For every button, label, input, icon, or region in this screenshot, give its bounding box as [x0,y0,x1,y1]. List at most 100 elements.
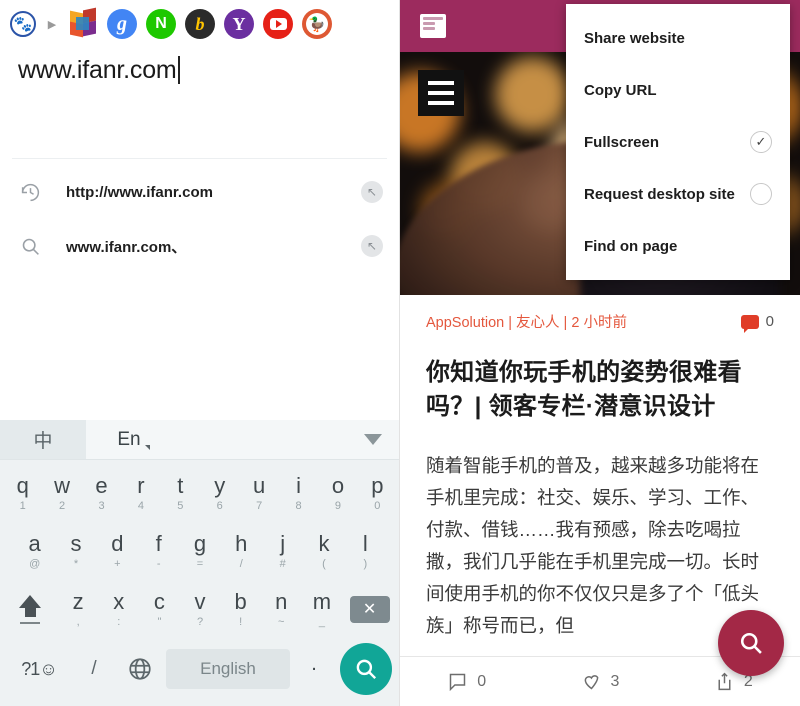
shift-icon [19,594,42,608]
key-n[interactable]: n ~ [261,583,302,635]
key-sub-label: 4 [137,499,144,512]
key-k[interactable]: k( [303,525,344,577]
like-action[interactable]: 3 [533,671,666,692]
key-v[interactable]: v? [180,583,221,635]
key-main-label: z [72,588,84,614]
keyboard-search-button[interactable] [340,643,392,695]
key-main-label: l [362,530,368,556]
comment-action-count: 0 [477,672,487,690]
youtube-icon[interactable] [263,9,293,39]
key-i[interactable]: i8 [279,467,318,519]
key-sub-label: / [239,557,243,570]
symbols-key[interactable]: ?1☺ [8,659,70,680]
article-title: 你知道你玩手机的姿势很难看吗？| 领客专栏·潜意识设计 [426,359,742,421]
key-r[interactable]: r4 [121,467,160,519]
article-meta: AppSolution | 友心人 | 2 小时前 0 [400,295,800,342]
menu-item[interactable]: Request desktop site [566,168,790,220]
backspace-key[interactable]: ✕ [342,583,397,635]
shift-key[interactable] [3,583,58,635]
yandex-icon[interactable]: Y [224,9,254,39]
key-m[interactable]: m _ [302,583,343,635]
slash-key[interactable]: / [74,658,114,680]
empty-circle-icon[interactable] [750,183,772,205]
key-h[interactable]: h / [221,525,262,577]
menu-item[interactable]: Find on page [566,220,790,272]
key-sub-label: ) [363,557,368,570]
key-g[interactable]: g = [179,525,220,577]
google-icon[interactable]: g [107,9,137,39]
key-b[interactable]: b! [220,583,261,635]
comment-action[interactable]: 0 [400,671,533,692]
chevron-right-icon[interactable]: ▶ [45,17,59,31]
key-p[interactable]: p0 [358,467,397,519]
key-sub-label: # [279,557,286,570]
suggestion-row-history[interactable]: http://www.ifanr.com ↖ [0,165,399,219]
key-l[interactable]: l) [345,525,386,577]
keyboard-toolbar: 中 En [0,420,399,460]
keyboard-rows: q1w2e3r4t5y6u7i8o9p0 a @ s * d + f - g = h / j # k(l) … [0,460,399,638]
suggestion-text: http://www.ifanr.com [66,183,213,201]
key-main-label: m [312,588,332,614]
key-o[interactable]: o9 [318,467,357,519]
key-t[interactable]: t5 [161,467,200,519]
key-a[interactable]: a @ [14,525,55,577]
key-main-label: v [194,588,206,614]
key-main-label: s [70,530,82,556]
menu-item[interactable]: Fullscreen ✓ [566,116,790,168]
key-main-label: a [28,530,41,556]
menu-item[interactable]: Share website [566,12,790,64]
key-x[interactable]: x: [98,583,139,635]
keyboard-row-2: a @ s * d + f - g = h / j # k(l) [0,522,399,580]
checkmark-icon[interactable]: ✓ [750,131,772,153]
hide-keyboard-icon[interactable] [364,434,382,445]
key-main-label: k [318,530,330,556]
duckduckgo-icon[interactable]: 🦆 [302,9,332,39]
key-main-label: c [153,588,165,614]
key-sub-label: ? [196,615,204,628]
search-fab-button[interactable] [718,610,784,676]
history-icon [16,182,44,203]
key-e[interactable]: e3 [82,467,121,519]
key-u[interactable]: u7 [239,467,278,519]
bing-icon[interactable]: b [185,9,215,39]
globe-icon[interactable] [118,656,162,682]
key-f[interactable]: f- [138,525,179,577]
key-z[interactable]: z, [58,583,99,635]
keyboard-row-3: z, x: c " v? b! n ~ m _ ✕ [0,580,399,638]
suggestion-row-search[interactable]: www.ifanr.com、 ↖ [0,219,399,273]
hamburger-icon[interactable] [418,70,464,116]
fill-suggestion-button[interactable]: ↖ [361,181,383,203]
key-q[interactable]: q1 [3,467,42,519]
key-w[interactable]: w2 [42,467,81,519]
url-input[interactable]: www.ifanr.com [18,56,177,85]
url-input-area[interactable]: www.ifanr.com [0,48,399,158]
key-sub-label: , [76,615,80,628]
cube-icon[interactable] [68,7,98,39]
key-sub-label: - [156,557,161,570]
share-action[interactable]: 2 [667,671,800,692]
key-sub-label: 2 [59,499,66,512]
period-key[interactable]: . [294,653,334,686]
keyboard-tab-english[interactable]: En [86,420,172,459]
article-window-icon[interactable] [420,14,446,38]
key-sub-label: * [73,557,79,570]
suggestion-list: http://www.ifanr.com ↖ www.ifanr.com、 ↖ [0,159,399,273]
key-c[interactable]: c " [139,583,180,635]
menu-item[interactable]: Copy URL [566,64,790,116]
keyboard-tab-chinese[interactable]: 中 [0,420,86,459]
key-main-label: j [280,530,286,556]
key-j[interactable]: j # [262,525,303,577]
naver-icon[interactable]: N [146,9,176,39]
key-main-label: n [275,588,288,614]
space-key[interactable]: English [166,649,290,689]
article-comment-count[interactable]: 0 [740,313,774,333]
key-s[interactable]: s * [55,525,96,577]
keyboard-toolbar-space [172,420,399,459]
key-d[interactable]: d + [97,525,138,577]
key-y[interactable]: y6 [200,467,239,519]
keyboard-row-1: q1w2e3r4t5y6u7i8o9p0 [0,464,399,522]
screenshot-root: 🐾 ▶ g N b Y 🦆 www.ifanr.com http://www.i… [0,0,800,706]
key-main-label: p [371,472,384,498]
fill-suggestion-button[interactable]: ↖ [361,235,383,257]
baidu-icon[interactable]: 🐾 [10,11,36,37]
